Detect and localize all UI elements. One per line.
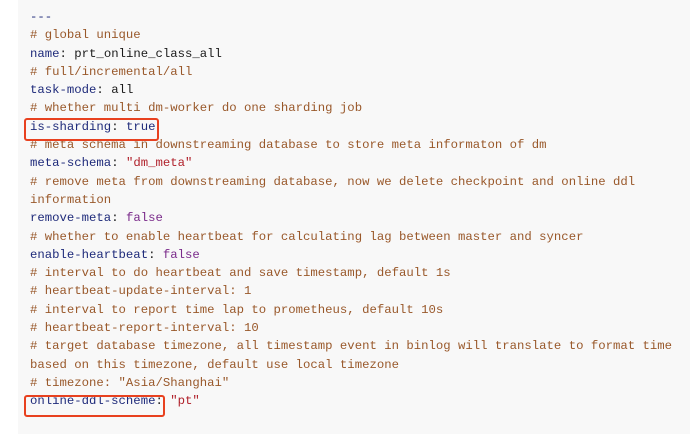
comment-remove-meta-1: # remove meta from downstreaming databas… <box>30 174 636 189</box>
remove-meta-value: false <box>125 211 163 226</box>
task-mode-line: task-mode: all <box>30 83 134 98</box>
yaml-separator: --- <box>30 10 53 24</box>
comment-heartbeat: # whether to enable heartbeat for calcul… <box>30 229 584 244</box>
enable-heartbeat-value: false <box>162 247 200 262</box>
yaml-code-block: --- # global unique name: prt_online_cla… <box>18 0 690 434</box>
remove-meta-line: remove-meta: false <box>30 211 163 226</box>
comment-hb-report: # heartbeat-report-interval: 10 <box>30 321 259 336</box>
online-ddl-value: "pt" <box>170 394 200 409</box>
online-ddl-highlight-box <box>24 395 165 417</box>
meta-schema-line: meta-schema: "dm_meta" <box>30 156 193 171</box>
comment-task-mode: # full/incremental/all <box>30 64 193 79</box>
name-line: name: prt_online_class_all <box>30 46 222 61</box>
comment-timezone-example: # timezone: "Asia/Shanghai" <box>30 375 230 390</box>
enable-heartbeat-line: enable-heartbeat: false <box>30 247 200 262</box>
remove-meta-key: remove-meta <box>30 211 112 226</box>
comment-report-interval: # interval to report time lap to prometh… <box>30 302 444 317</box>
name-key: name <box>30 46 60 61</box>
enable-heartbeat-key: enable-heartbeat <box>30 247 149 262</box>
comment-remove-meta-2: information <box>30 192 112 207</box>
task-mode-value: all <box>111 83 134 98</box>
meta-schema-value: "dm_meta" <box>125 156 193 171</box>
meta-schema-key: meta-schema <box>30 156 112 171</box>
comment-hb-interval: # interval to do heartbeat and save time… <box>30 266 451 281</box>
is-sharding-highlight-box <box>24 118 159 141</box>
task-mode-key: task-mode <box>30 83 97 98</box>
comment-timezone-2: based on this timezone, default use loca… <box>30 357 399 372</box>
comment-timezone-1: # target database timezone, all timestam… <box>30 339 673 354</box>
comment-sharding: # whether multi dm-worker do one shardin… <box>30 101 363 116</box>
comment-hb-update: # heartbeat-update-interval: 1 <box>30 284 252 299</box>
name-value: prt_online_class_all <box>74 46 222 61</box>
comment-global-unique: # global unique <box>30 28 141 43</box>
